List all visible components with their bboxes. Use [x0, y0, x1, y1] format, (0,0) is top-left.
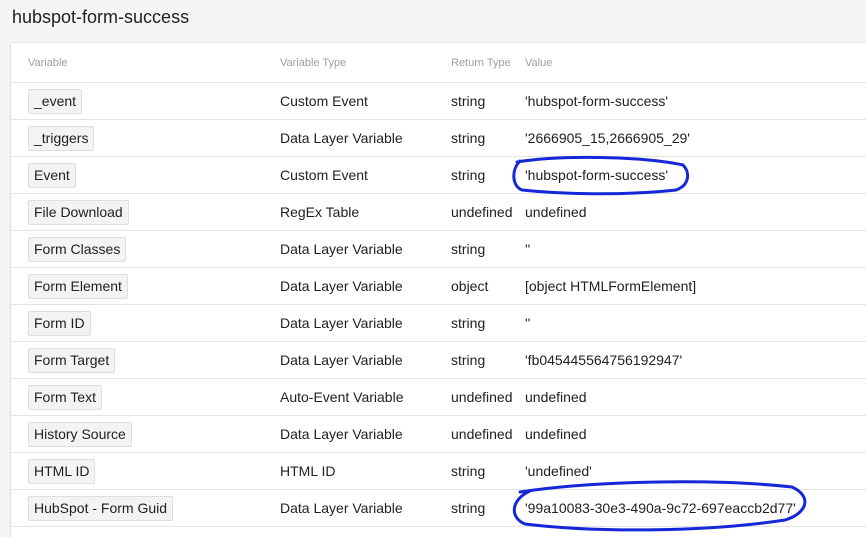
variable-chip[interactable]: Form ID — [28, 310, 91, 336]
return-type: string — [451, 130, 486, 146]
return-type: object — [451, 278, 489, 294]
variable-type: Data Layer Variable — [280, 500, 403, 516]
return-type: string — [451, 352, 486, 368]
variable-chip[interactable]: _triggers — [28, 125, 95, 151]
table-row: _triggers Data Layer Variable string '26… — [11, 120, 866, 157]
return-type: string — [451, 500, 486, 516]
page: hubspot-form-success Variable Variable T… — [0, 0, 866, 537]
variable-value: 'fb045445564756192947' — [525, 352, 683, 368]
column-header-value: Value — [525, 56, 553, 69]
variable-type: HTML ID — [280, 463, 336, 479]
return-type: undefined — [451, 204, 513, 220]
variable-value: undefined — [525, 426, 587, 442]
variables-table: Variable Variable Type Return Type Value… — [11, 43, 866, 537]
variable-chip[interactable]: Form Target — [28, 347, 116, 373]
table-header: Variable Variable Type Return Type Value — [11, 43, 866, 83]
return-type: string — [451, 93, 486, 109]
table-row: Form ID Data Layer Variable string '' — [11, 305, 866, 342]
return-type: undefined — [451, 426, 513, 442]
variable-chip[interactable]: History Source — [28, 421, 132, 447]
variable-value: undefined — [525, 389, 587, 405]
return-type: undefined — [451, 389, 513, 405]
table-row: File Download RegEx Table undefined unde… — [11, 194, 866, 231]
variable-chip[interactable]: Form Text — [28, 384, 102, 410]
variable-value: 'hubspot-form-success' — [525, 167, 669, 183]
variable-value: 'undefined' — [525, 463, 592, 479]
column-header-variable-type: Variable Type — [280, 56, 347, 69]
variable-type: Data Layer Variable — [280, 241, 403, 257]
variable-type: Data Layer Variable — [280, 278, 403, 294]
table-row: Form Element Data Layer Variable object … — [11, 268, 866, 305]
variable-chip[interactable]: _event — [28, 88, 83, 114]
variable-type: Data Layer Variable — [280, 426, 403, 442]
variable-type: RegEx Table — [280, 204, 360, 220]
return-type: string — [451, 241, 486, 257]
return-type: string — [451, 463, 486, 479]
table-row: History Source Data Layer Variable undef… — [11, 416, 866, 453]
variable-type: Data Layer Variable — [280, 315, 403, 331]
variable-value: '' — [525, 315, 531, 331]
column-header-return-type: Return Type — [451, 56, 511, 69]
variable-type: Custom Event — [280, 93, 368, 109]
table-row: HubSpot - Form Guid Data Layer Variable … — [11, 490, 866, 527]
variable-value: [object HTMLFormElement] — [525, 278, 697, 294]
variable-chip[interactable]: Event — [28, 162, 76, 188]
table-row: Event Custom Event string 'hubspot-form-… — [11, 157, 866, 194]
table-row: Form Target Data Layer Variable string '… — [11, 342, 866, 379]
variable-value: '99a10083-30e3-490a-9c72-697eaccb2d77' — [525, 500, 796, 516]
variable-value: '2666905_15,2666905_29' — [525, 130, 690, 146]
variable-type: Data Layer Variable — [280, 130, 403, 146]
table-row: _event Custom Event string 'hubspot-form… — [11, 83, 866, 120]
variable-value: '' — [525, 241, 531, 257]
variable-chip[interactable]: Form Classes — [28, 236, 127, 262]
variable-chip[interactable]: File Download — [28, 199, 129, 225]
return-type: string — [451, 315, 486, 331]
variable-type: Auto-Event Variable — [280, 389, 404, 405]
page-title: hubspot-form-success — [12, 7, 190, 27]
column-header-variable: Variable — [28, 56, 68, 69]
table-row: HTML ID HTML ID string 'undefined' — [11, 453, 866, 490]
variable-value: 'hubspot-form-success' — [525, 93, 669, 109]
table-row: Form Classes Data Layer Variable string … — [11, 231, 866, 268]
variable-type: Data Layer Variable — [280, 352, 403, 368]
variable-chip[interactable]: HubSpot - Form Guid — [28, 495, 174, 521]
variable-chip[interactable]: Form Element — [28, 273, 128, 299]
variable-chip[interactable]: HTML ID — [28, 458, 96, 484]
variable-value: undefined — [525, 204, 587, 220]
table-row: Form Text Auto-Event Variable undefined … — [11, 379, 866, 416]
return-type: string — [451, 167, 486, 183]
variable-type: Custom Event — [280, 167, 368, 183]
